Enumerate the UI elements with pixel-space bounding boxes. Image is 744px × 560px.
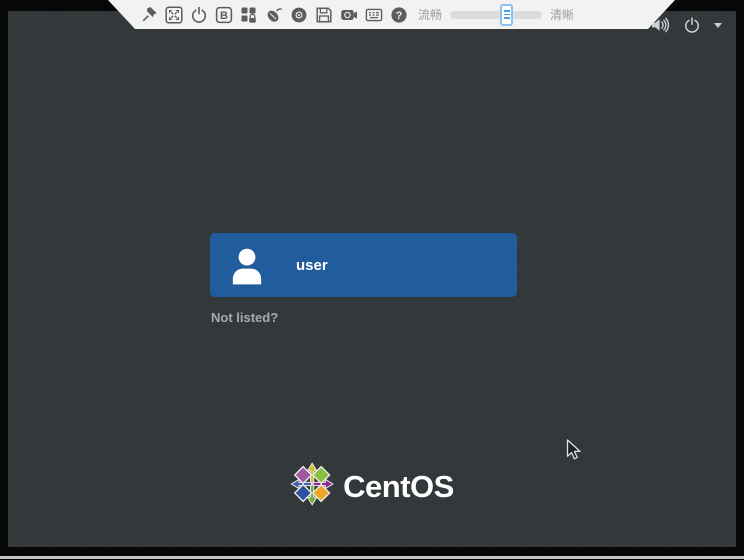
user-name-label: user — [296, 257, 328, 274]
blocks-lock-icon[interactable] — [240, 6, 258, 24]
user-tile[interactable]: user — [210, 233, 517, 297]
quality-clear-label: 清晰 — [550, 9, 574, 21]
centos-logo-icon — [290, 462, 334, 511]
keyboard-icon[interactable] — [365, 6, 383, 24]
gdm-login-screen: user Not listed? C — [8, 11, 736, 547]
session-menu-chevron-icon[interactable] — [714, 18, 722, 32]
centos-branding: CentOS — [290, 462, 454, 511]
mouse-cursor — [566, 439, 584, 466]
viewer-toolbar-icons: B — [140, 6, 408, 24]
power-icon[interactable] — [190, 6, 208, 24]
help-glyph: ? — [396, 10, 403, 22]
not-listed-button[interactable]: Not listed? — [211, 310, 278, 325]
power-icon[interactable] — [684, 17, 700, 33]
quality-slider-group: 流畅 清晰 — [418, 9, 574, 21]
disc-icon[interactable] — [290, 6, 308, 24]
mouse-icon[interactable] — [265, 6, 283, 24]
centos-wordmark: CentOS — [343, 469, 454, 505]
user-avatar-icon — [226, 244, 268, 286]
b-key-letter: B — [220, 10, 228, 22]
pin-icon[interactable] — [140, 6, 158, 24]
help-icon[interactable]: ? — [390, 6, 408, 24]
floppy-save-icon[interactable] — [315, 6, 333, 24]
fullscreen-icon[interactable] — [165, 6, 183, 24]
camera-record-icon[interactable] — [340, 6, 358, 24]
viewer-toolbar: B — [108, 0, 675, 29]
b-key-icon[interactable]: B — [215, 6, 233, 24]
quality-slider-track[interactable] — [450, 11, 542, 19]
quality-smooth-label: 流畅 — [418, 9, 442, 21]
window-bottom-edge — [0, 556, 744, 559]
quality-slider-handle[interactable] — [500, 4, 513, 26]
